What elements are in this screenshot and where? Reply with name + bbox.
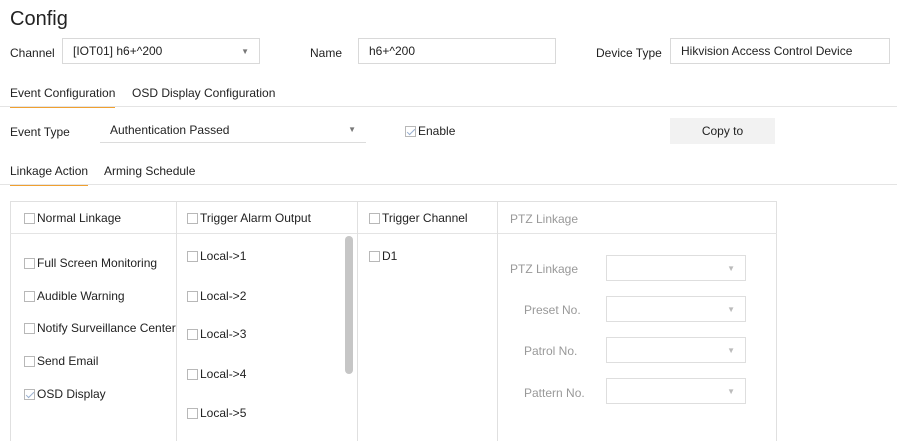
subtabs-divider <box>0 184 897 185</box>
checkbox-icon <box>369 212 380 224</box>
chevron-down-icon: ▼ <box>727 387 735 396</box>
tab-event-configuration[interactable]: Event Configuration <box>10 86 116 108</box>
checkbox-icon <box>187 368 198 380</box>
ptz-linkage-select: ▼ <box>606 255 746 281</box>
preset-no-select: ▼ <box>606 296 746 322</box>
trigger-channel-header: Trigger Channel <box>382 211 468 225</box>
channel-d1-checkbox[interactable]: D1 <box>369 249 397 263</box>
trigger-alarm-output-header: Trigger Alarm Output <box>200 211 311 225</box>
list-item: OSD Display <box>37 387 106 401</box>
list-item: Local->5 <box>200 406 247 420</box>
chevron-down-icon: ▼ <box>348 125 356 134</box>
tab-osd-display-configuration[interactable]: OSD Display Configuration <box>132 86 275 106</box>
alarm-output-local-2-checkbox[interactable]: Local->2 <box>187 289 246 303</box>
full-screen-monitoring-checkbox[interactable]: Full Screen Monitoring <box>24 256 157 270</box>
trigger-channel-checkbox[interactable]: Trigger Channel <box>369 211 468 225</box>
ptz-linkage-label: PTZ Linkage <box>510 262 579 276</box>
osd-display-checkbox[interactable]: OSD Display <box>24 387 106 401</box>
pattern-no-label: Pattern No. <box>524 386 585 400</box>
alarm-output-local-3-checkbox[interactable]: Local->3 <box>187 327 246 341</box>
enable-checkbox[interactable]: Enable <box>405 124 455 138</box>
patrol-no-label: Patrol No. <box>524 344 578 358</box>
checkbox-icon <box>24 257 35 269</box>
alarm-output-local-4-checkbox[interactable]: Local->4 <box>187 367 246 381</box>
event-type-select[interactable]: Authentication Passed ▼ <box>100 117 366 143</box>
page-title: Config <box>10 8 68 30</box>
checkbox-icon <box>369 250 380 262</box>
enable-label: Enable <box>418 124 456 138</box>
audible-warning-checkbox[interactable]: Audible Warning <box>24 289 125 303</box>
device-type-label: Device Type <box>596 46 662 60</box>
normal-linkage-checkbox[interactable]: Normal Linkage <box>24 211 121 225</box>
alarm-output-local-5-checkbox[interactable]: Local->5 <box>187 406 246 420</box>
patrol-no-select: ▼ <box>606 337 746 363</box>
channel-label: Channel <box>10 46 55 60</box>
tab-arming-schedule[interactable]: Arming Schedule <box>104 164 195 184</box>
checkbox-icon <box>187 212 198 224</box>
panel-header-divider <box>10 233 777 234</box>
pattern-no-select: ▼ <box>606 378 746 404</box>
checkbox-icon <box>24 322 35 334</box>
checkbox-icon <box>24 388 35 400</box>
list-item: Full Screen Monitoring <box>37 256 158 270</box>
chevron-down-icon: ▼ <box>727 264 735 273</box>
notify-surveillance-center-checkbox[interactable]: Notify Surveillance Center <box>24 321 176 335</box>
list-item: Send Email <box>37 354 99 368</box>
checkbox-icon <box>187 328 198 340</box>
chevron-down-icon: ▼ <box>727 305 735 314</box>
chevron-down-icon: ▼ <box>727 346 735 355</box>
trigger-alarm-output-checkbox[interactable]: Trigger Alarm Output <box>187 211 311 225</box>
scrollbar-thumb[interactable] <box>345 236 353 374</box>
event-type-value: Authentication Passed <box>110 122 230 137</box>
name-input[interactable]: h6+^200 <box>358 38 556 64</box>
list-item: Local->4 <box>200 367 247 381</box>
checkbox-icon <box>405 125 416 137</box>
ptz-linkage-header: PTZ Linkage <box>510 212 579 226</box>
list-item: Local->2 <box>200 289 247 303</box>
checkbox-icon <box>24 355 35 367</box>
tabs-divider <box>0 106 897 107</box>
name-label: Name <box>310 46 343 60</box>
device-type-field: Hikvision Access Control Device <box>670 38 890 64</box>
alarm-output-local-1-checkbox[interactable]: Local->1 <box>187 249 246 263</box>
column-divider <box>497 201 498 441</box>
checkbox-icon <box>187 407 198 419</box>
chevron-down-icon: ▼ <box>241 47 249 56</box>
normal-linkage-header: Normal Linkage <box>37 211 122 225</box>
channel-select[interactable]: [IOT01] h6+^200 ▼ <box>62 38 260 64</box>
checkbox-icon <box>24 212 35 224</box>
copy-to-button[interactable]: Copy to <box>670 118 775 144</box>
list-item: Notify Surveillance Center <box>37 321 176 335</box>
list-item: D1 <box>382 249 398 263</box>
list-item: Local->1 <box>200 249 247 263</box>
event-type-label: Event Type <box>10 125 70 139</box>
tab-linkage-action[interactable]: Linkage Action <box>10 164 89 186</box>
list-item: Local->3 <box>200 327 247 341</box>
channel-select-value: [IOT01] h6+^200 <box>73 44 163 58</box>
list-item: Audible Warning <box>37 289 125 303</box>
checkbox-icon <box>187 290 198 302</box>
preset-no-label: Preset No. <box>524 303 581 317</box>
send-email-checkbox[interactable]: Send Email <box>24 354 98 368</box>
checkbox-icon <box>187 250 198 262</box>
column-divider <box>357 201 358 441</box>
column-divider <box>176 201 177 441</box>
checkbox-icon <box>24 290 35 302</box>
